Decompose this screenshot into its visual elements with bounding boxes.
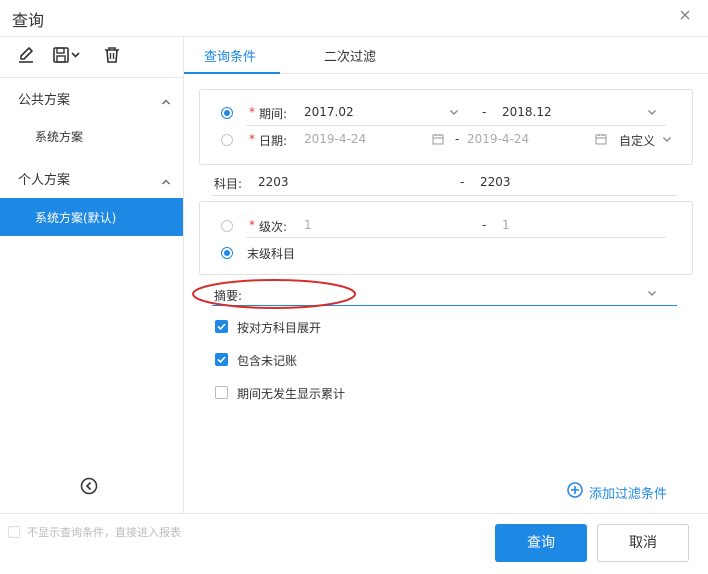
chevron-down-icon[interactable] xyxy=(647,109,657,116)
period-from-value[interactable]: 2017.02 xyxy=(304,105,354,119)
scheme-item-system[interactable]: 系统方案 xyxy=(0,117,183,155)
leaf-account-label: 末级科目 xyxy=(247,247,296,261)
account-underline xyxy=(212,195,677,196)
skip-conditions-checkbox[interactable] xyxy=(8,526,20,538)
group-label: 公共方案 xyxy=(18,93,71,108)
level-label: 级次: xyxy=(259,220,288,234)
chevron-down-icon[interactable] xyxy=(449,109,459,116)
date-mode-select[interactable]: 自定义 xyxy=(619,132,655,149)
level-separator: - xyxy=(482,218,487,232)
add-filter-label: 添加过滤条件 xyxy=(589,487,668,502)
account-to-value[interactable]: 2203 xyxy=(480,175,511,189)
delete-icon[interactable] xyxy=(103,45,121,67)
edit-icon[interactable] xyxy=(17,45,35,67)
scheme-item-system-default[interactable]: 系统方案(默认) xyxy=(0,198,183,236)
date-label: 日期: xyxy=(259,134,288,148)
expand-by-counter-account-checkbox[interactable] xyxy=(215,320,228,333)
level-from-value[interactable]: 1 xyxy=(304,218,312,232)
dialog-title: 查询 xyxy=(12,11,45,30)
chevron-down-icon[interactable] xyxy=(662,136,672,143)
scheme-item-label: 系统方案(默认) xyxy=(35,211,117,225)
summary-underline xyxy=(212,305,677,306)
add-filter-button[interactable]: 添加过滤条件 xyxy=(567,482,667,502)
period-separator: - xyxy=(482,105,487,119)
group-public[interactable]: 公共方案 xyxy=(0,79,183,117)
chevron-up-icon[interactable] xyxy=(161,171,171,190)
cancel-button[interactable]: 取消 xyxy=(597,524,689,562)
period-radio[interactable] xyxy=(221,107,233,119)
level-to-value[interactable]: 1 xyxy=(502,218,510,232)
title-bar: 查询 xyxy=(0,0,708,37)
date-radio[interactable] xyxy=(221,134,233,146)
close-icon[interactable] xyxy=(678,8,694,24)
active-tab-indicator xyxy=(184,72,280,74)
plus-circle-icon xyxy=(567,482,583,498)
query-dialog: 查询 公共方案 系统方案 个人方案 系统方案(默认) 查询条件 二次过滤 * 期… xyxy=(0,0,708,573)
include-unposted-checkbox[interactable] xyxy=(215,353,228,366)
collapse-panel-icon[interactable] xyxy=(80,477,98,499)
tab-bar: 查询条件 二次过滤 xyxy=(184,37,708,74)
dialog-footer: 不显示查询条件，直接进入报表 查询 取消 xyxy=(0,513,708,574)
period-label: 期间: xyxy=(259,107,288,121)
level-radio[interactable] xyxy=(221,220,233,232)
account-separator: - xyxy=(460,175,465,189)
summary-label: 摘要: xyxy=(214,289,243,303)
date-to-value[interactable]: 2019-4-24 xyxy=(467,132,529,146)
scheme-toolbar xyxy=(0,37,183,78)
account-from-value[interactable]: 2203 xyxy=(258,175,289,189)
required-mark: * xyxy=(249,132,255,146)
scheme-panel: 公共方案 系统方案 个人方案 系统方案(默认) xyxy=(0,37,184,513)
level-group xyxy=(199,201,693,275)
group-label: 个人方案 xyxy=(18,173,71,188)
required-mark: * xyxy=(249,218,255,232)
tab-query-conditions[interactable]: 查询条件 xyxy=(204,46,256,65)
tab-secondary-filter[interactable]: 二次过滤 xyxy=(324,46,376,65)
query-button[interactable]: 查询 xyxy=(495,524,587,562)
period-underline xyxy=(246,125,666,126)
chevron-up-icon[interactable] xyxy=(161,91,171,110)
show-cumulative-checkbox[interactable] xyxy=(215,386,228,399)
account-label: 科目: xyxy=(214,177,243,191)
scheme-item-label: 系统方案 xyxy=(35,130,84,144)
required-mark: * xyxy=(249,105,255,119)
calendar-icon[interactable] xyxy=(432,133,444,145)
option-label: 期间无发生显示累计 xyxy=(237,387,346,401)
save-icon[interactable] xyxy=(52,45,82,67)
chevron-down-icon[interactable] xyxy=(647,290,657,297)
period-to-value[interactable]: 2018.12 xyxy=(502,105,552,119)
leaf-account-radio[interactable] xyxy=(221,247,233,259)
option-label: 按对方科目展开 xyxy=(237,321,322,335)
date-separator: - xyxy=(455,132,460,146)
calendar-icon[interactable] xyxy=(595,133,607,145)
level-underline xyxy=(246,237,666,238)
date-from-value[interactable]: 2019-4-24 xyxy=(304,132,366,146)
option-label: 包含未记账 xyxy=(237,354,298,368)
skip-conditions-label: 不显示查询条件，直接进入报表 xyxy=(27,526,181,539)
group-personal[interactable]: 个人方案 xyxy=(0,159,183,197)
period-date-group xyxy=(199,89,693,165)
